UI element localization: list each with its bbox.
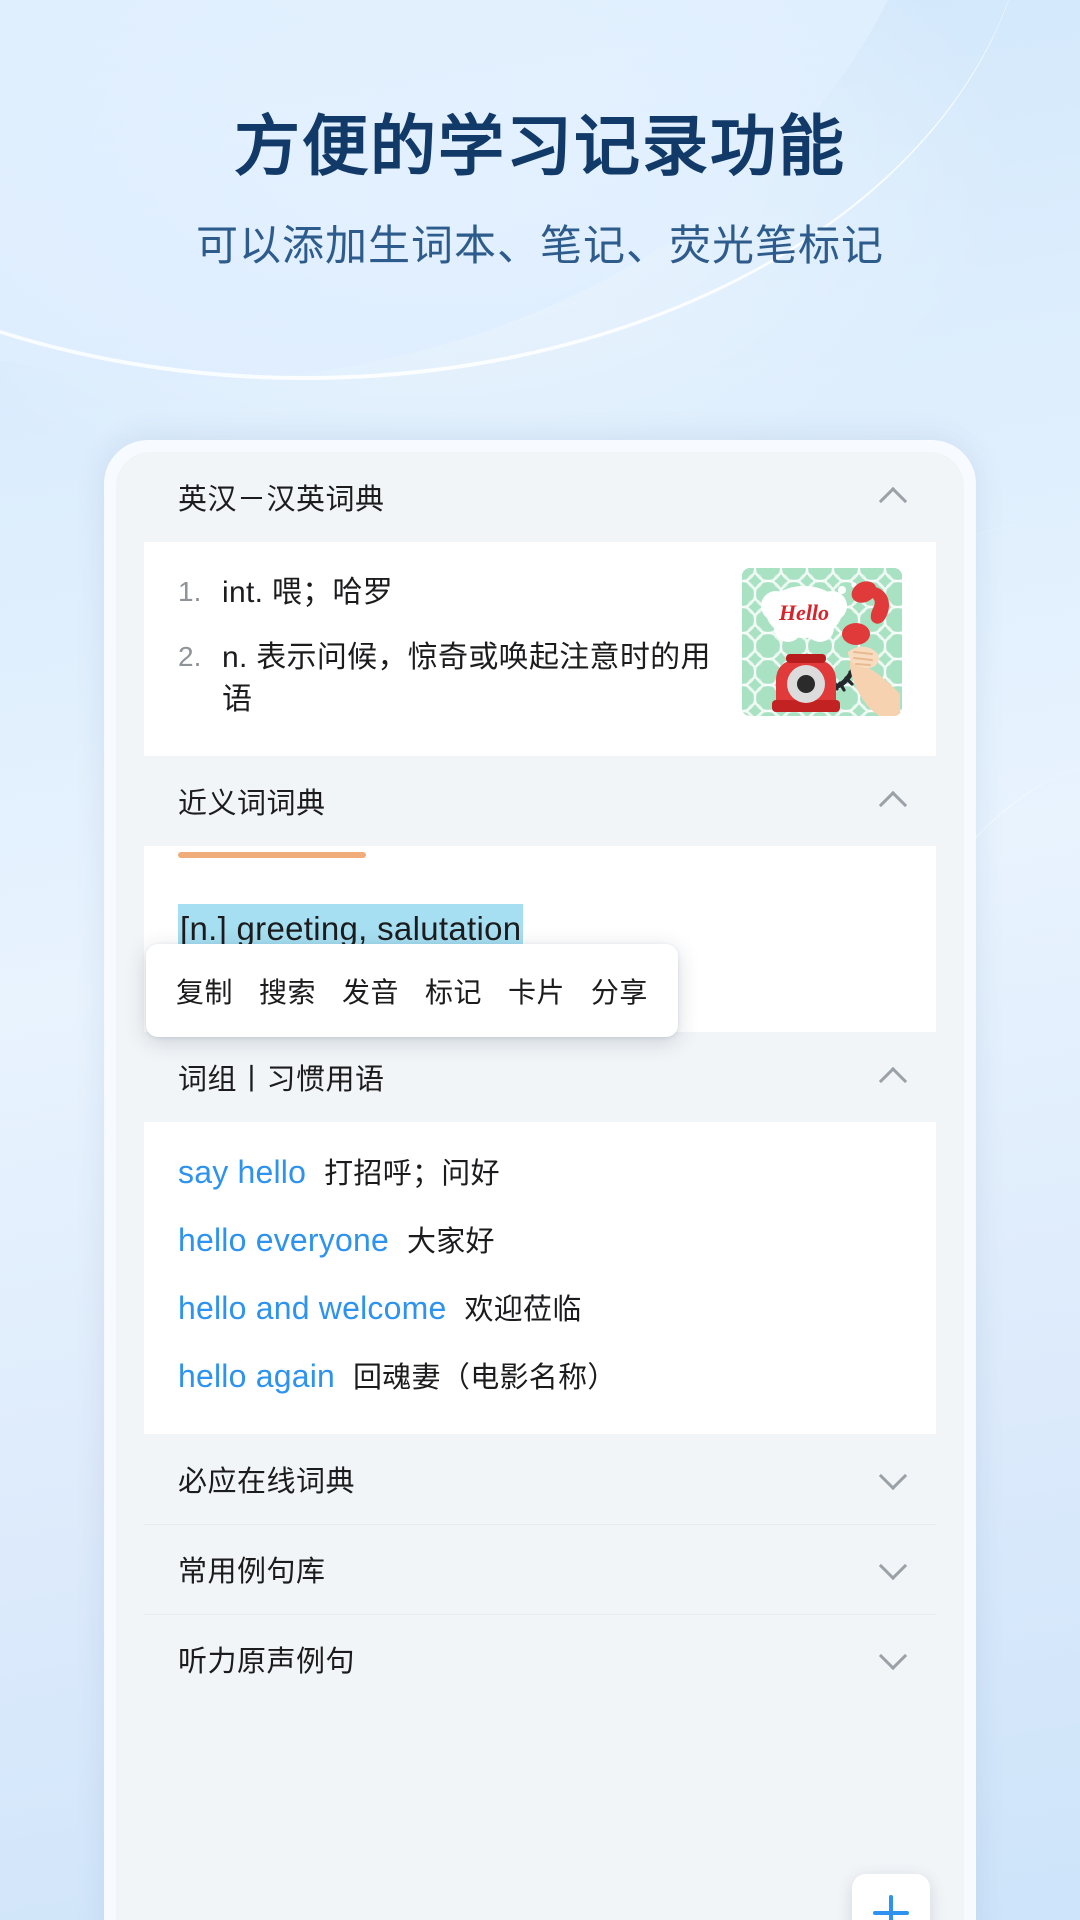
section-header-common-sentences[interactable]: 常用例句库 xyxy=(144,1523,936,1614)
dictionary-result-list: 英汉－汉英词典 1. int. 喂；哈罗 2. n. 表示问候，惊奇或唤起注意时… xyxy=(144,452,936,1920)
section-header-synonym-dictionary[interactable]: 近义词词典 xyxy=(144,755,936,846)
section-title: 词组丨习惯用语 xyxy=(178,1063,385,1096)
phrase-row[interactable]: hello and welcome 欢迎莅临 xyxy=(178,1286,902,1328)
context-menu-item-copy[interactable]: 复制 xyxy=(176,971,233,1011)
section-header-phrases[interactable]: 词组丨习惯用语 xyxy=(144,1031,936,1122)
chevron-down-icon[interactable] xyxy=(880,1556,906,1582)
section-title: 常用例句库 xyxy=(178,1556,326,1589)
section-title: 英汉－汉英词典 xyxy=(178,484,385,516)
phone-mockup: 英汉－汉英词典 1. int. 喂；哈罗 2. n. 表示问候，惊奇或唤起注意时… xyxy=(104,440,976,1920)
highlighter-marker xyxy=(178,851,366,858)
text-selection-context-menu[interactable]: 复制 搜索 发音 标记 卡片 分享 xyxy=(146,944,678,1037)
hello-telephone-illustration: Hello xyxy=(742,568,902,716)
context-menu-item-mark[interactable]: 标记 xyxy=(425,971,482,1011)
context-menu-item-card[interactable]: 卡片 xyxy=(508,971,565,1011)
chevron-down-icon[interactable] xyxy=(880,1466,906,1492)
phrase-english[interactable]: hello everyone xyxy=(178,1222,389,1259)
phrase-row[interactable]: hello again 回魂妻（电影名称） xyxy=(178,1354,902,1396)
chevron-down-icon[interactable] xyxy=(880,1646,906,1672)
definition-item: 1. int. 喂；哈罗 xyxy=(178,572,738,615)
promo-header: 方便的学习记录功能 可以添加生词本、笔记、荧光笔标记 xyxy=(0,108,1080,273)
section-header-ec-dictionary[interactable]: 英汉－汉英词典 xyxy=(144,452,936,542)
phone-screen: 英汉－汉英词典 1. int. 喂；哈罗 2. n. 表示问候，惊奇或唤起注意时… xyxy=(116,452,964,1920)
section-header-listening-sentences[interactable]: 听力原声例句 xyxy=(144,1613,936,1704)
definition-number: 1. xyxy=(178,576,202,607)
context-menu-item-share[interactable]: 分享 xyxy=(591,971,648,1011)
promo-headline: 方便的学习记录功能 xyxy=(234,109,846,183)
phrase-row[interactable]: say hello 打招呼；问好 xyxy=(178,1150,902,1192)
section-title: 听力原声例句 xyxy=(178,1646,356,1679)
section-title: 近义词词典 xyxy=(178,787,326,820)
phrase-english[interactable]: hello and welcome xyxy=(178,1290,446,1327)
definition-number: 2. xyxy=(178,640,202,672)
phrase-row[interactable]: hello everyone 大家好 xyxy=(178,1218,902,1260)
phrase-chinese: 大家好 xyxy=(406,1225,495,1258)
phrase-english[interactable]: hello again xyxy=(178,1358,335,1395)
definition-item: 2. n. 表示问候，惊奇或唤起注意时的用语 xyxy=(178,637,738,722)
phrase-list: say hello 打招呼；问好 hello everyone 大家好 hell… xyxy=(144,1121,936,1434)
section-title: 必应在线词典 xyxy=(178,1465,356,1498)
phrase-chinese: 欢迎莅临 xyxy=(464,1293,582,1326)
phrase-chinese: 打招呼；问好 xyxy=(324,1157,500,1190)
hello-telephone-image[interactable]: Hello xyxy=(742,568,902,716)
phrase-chinese: 回魂妻（电影名称） xyxy=(353,1361,617,1394)
context-menu-item-search[interactable]: 搜索 xyxy=(259,971,316,1011)
section-body-ec-dictionary: 1. int. 喂；哈罗 2. n. 表示问候，惊奇或唤起注意时的用语 Hell… xyxy=(144,542,936,756)
phrase-english[interactable]: say hello xyxy=(178,1154,306,1191)
section-header-bing-online-dictionary[interactable]: 必应在线词典 xyxy=(144,1433,936,1524)
chevron-up-icon[interactable] xyxy=(880,484,906,510)
context-menu-item-pronounce[interactable]: 发音 xyxy=(342,971,399,1011)
promo-subheadline: 可以添加生词本、笔记、荧光笔标记 xyxy=(195,221,884,269)
definition-text: int. 喂；哈罗 xyxy=(222,576,394,609)
svg-text:Hello: Hello xyxy=(778,600,829,625)
chevron-up-icon[interactable] xyxy=(880,788,906,814)
definition-text: n. 表示问候，惊奇或唤起注意时的用语 xyxy=(222,640,711,717)
chevron-up-icon[interactable] xyxy=(880,1064,906,1090)
